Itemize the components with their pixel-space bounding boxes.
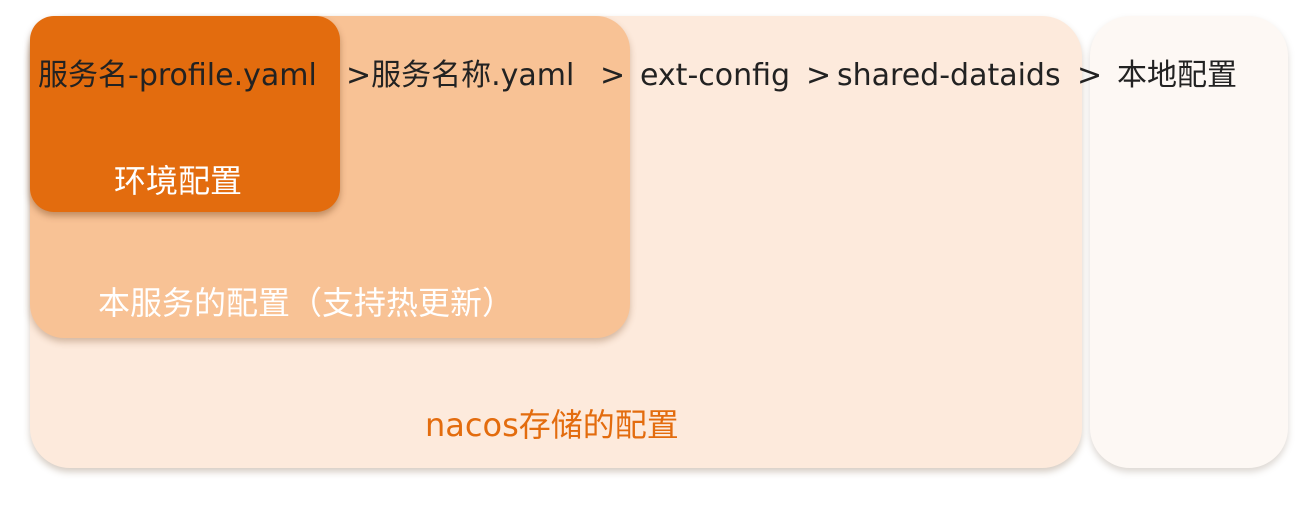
shared-dataids-label: shared-dataids <box>837 58 1061 93</box>
priority-arrow: > <box>1077 58 1103 93</box>
service-config-caption: 本服务的配置（支持热更新） <box>98 284 515 322</box>
service-config-file-label: >服务名称.yaml <box>346 58 575 93</box>
environment-config-caption: 环境配置 <box>114 162 243 200</box>
local-config-label: 本地配置 <box>1117 58 1237 93</box>
ext-config-label: ext-config <box>640 58 791 93</box>
profile-config-file-label: 服务名-profile.yaml <box>38 58 317 93</box>
priority-arrow: > <box>600 58 626 93</box>
priority-arrow: > <box>806 58 832 93</box>
nacos-config-caption: nacos存储的配置 <box>425 406 679 444</box>
